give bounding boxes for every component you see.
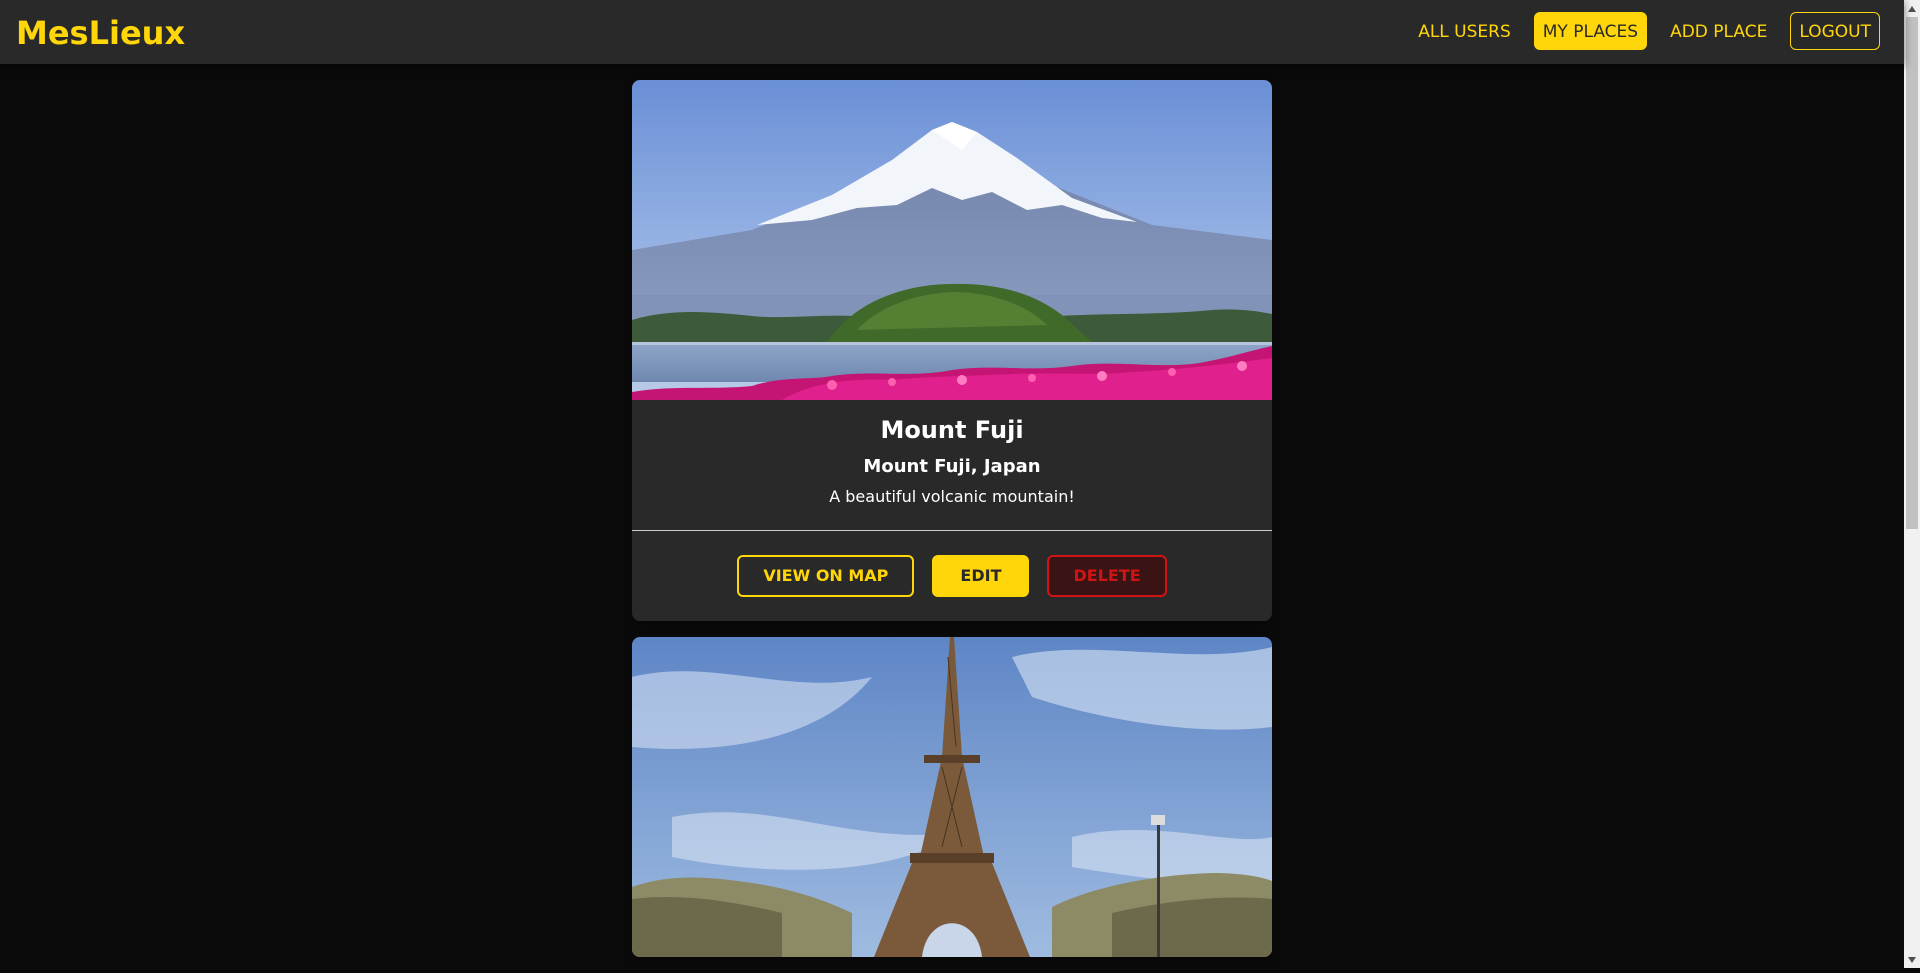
view-on-map-button[interactable]: VIEW ON MAP xyxy=(737,555,915,597)
place-actions: VIEW ON MAP EDIT DELETE xyxy=(632,531,1272,621)
nav-my-places[interactable]: MY PLACES xyxy=(1533,12,1648,50)
place-image-mount-fuji xyxy=(632,80,1272,400)
main-header: MesLieux ALL USERS MY PLACES ADD PLACE L… xyxy=(0,0,1904,64)
nav-logout-button[interactable]: LOGOUT xyxy=(1790,12,1880,50)
scroll-up-arrow-icon[interactable] xyxy=(1904,0,1920,17)
place-info: Mount Fuji Mount Fuji, Japan A beautiful… xyxy=(632,400,1272,531)
place-card: Mount Fuji Mount Fuji, Japan A beautiful… xyxy=(632,80,1272,621)
nav-add-place[interactable]: ADD PLACE xyxy=(1661,12,1776,50)
places-list: Mount Fuji Mount Fuji, Japan A beautiful… xyxy=(632,80,1272,973)
place-address: Mount Fuji, Japan xyxy=(863,456,1041,477)
place-description: A beautiful volcanic mountain! xyxy=(829,487,1075,506)
place-image-eiffel-tower xyxy=(632,637,1272,957)
page-scrollbar[interactable] xyxy=(1904,0,1920,968)
delete-button[interactable]: DELETE xyxy=(1047,555,1167,597)
scroll-down-arrow-icon[interactable] xyxy=(1904,951,1920,968)
scrollbar-thumb[interactable] xyxy=(1906,17,1918,529)
place-card xyxy=(632,637,1272,957)
edit-button[interactable]: EDIT xyxy=(932,555,1030,597)
place-title: Mount Fuji xyxy=(880,416,1024,444)
nav-all-users[interactable]: ALL USERS xyxy=(1409,12,1520,50)
main-navigation: ALL USERS MY PLACES ADD PLACE LOGOUT xyxy=(1409,12,1880,50)
brand-logo[interactable]: MesLieux xyxy=(16,12,185,54)
